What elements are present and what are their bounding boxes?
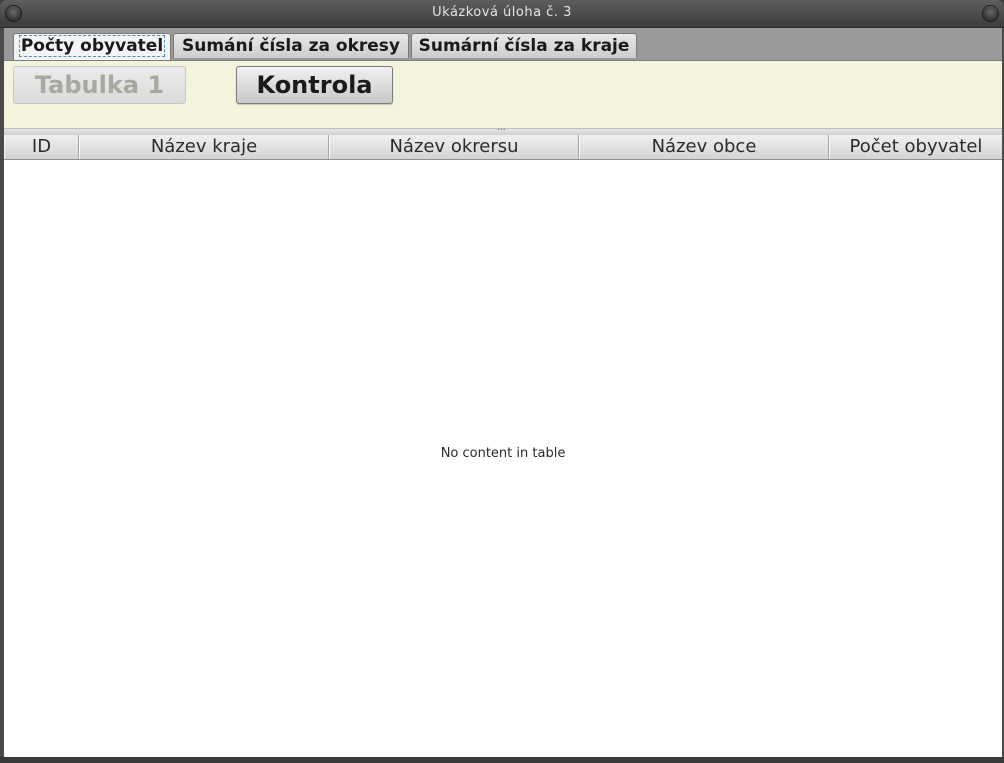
app-window: Ukázková úloha č. 3 Počty obyvatel Sumán… — [0, 0, 1004, 763]
tab-sumarni-cisla-za-kraje[interactable]: Sumární čísla za kraje — [411, 33, 637, 58]
tab-pocty-obyvatel[interactable]: Počty obyvatel — [13, 33, 171, 60]
column-header-nazev-kraje[interactable]: Název kraje — [79, 135, 329, 159]
client-area: Počty obyvatel Sumání čísla za okresy Su… — [4, 28, 1002, 757]
window-title: Ukázková úloha č. 3 — [432, 5, 572, 20]
empty-table-message: No content in table — [440, 446, 566, 461]
title-bar[interactable]: Ukázková úloha č. 3 — [0, 0, 1004, 28]
table-body[interactable]: No content in table — [4, 160, 1002, 757]
tab-label: Sumání čísla za okresy — [181, 36, 400, 56]
column-header-pocet-obyvatel[interactable]: Počet obyvatel — [829, 135, 1002, 159]
window-bottom-border — [0, 757, 1004, 763]
tab-sumani-cisla-za-okresy[interactable]: Sumání čísla za okresy — [173, 33, 409, 58]
window-close-icon[interactable] — [982, 5, 999, 22]
tab-label: Počty obyvatel — [18, 35, 166, 57]
kontrola-button[interactable]: Kontrola — [236, 66, 393, 104]
column-header-nazev-obce[interactable]: Název obce — [579, 135, 829, 159]
splitter-grip-icon: ... — [497, 123, 506, 133]
tab-bar: Počty obyvatel Sumání čísla za okresy Su… — [4, 28, 1002, 61]
column-header-nazev-okresu[interactable]: Název okrersu — [329, 135, 579, 159]
column-header-id[interactable]: ID — [4, 135, 79, 159]
toolbar: Tabulka 1 Kontrola — [4, 61, 1002, 128]
tabulka-1-button[interactable]: Tabulka 1 — [13, 66, 186, 104]
tab-label: Sumární čísla za kraje — [418, 36, 630, 56]
table-header: ID Název kraje Název okrersu Název obce … — [4, 135, 1002, 160]
